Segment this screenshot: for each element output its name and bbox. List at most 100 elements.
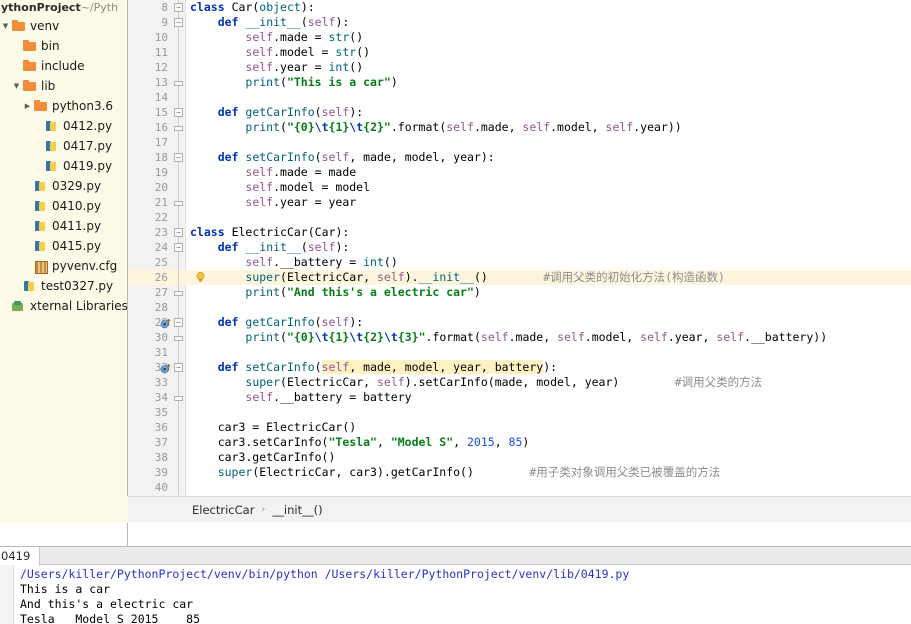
code-line-40[interactable]: 40 (128, 480, 911, 495)
chevron-right-icon[interactable]: ▶ (22, 96, 33, 116)
line-number: 19 (154, 166, 168, 179)
fold-guide (178, 480, 179, 495)
code-line-12[interactable]: 12 self.year = int() (128, 60, 911, 75)
python-file-icon (44, 136, 60, 156)
tree-item-0417-py[interactable]: 0417.py (0, 136, 127, 156)
overriding-method-icon[interactable] (160, 362, 172, 374)
tree-item-python3-6[interactable]: ▶ python3.6 (0, 96, 127, 116)
code-line-16[interactable]: 16 print("{0}\t{1}\t{2}".format(self.mad… (128, 120, 911, 135)
code-line-18[interactable]: 18− def setCarInfo(self, made, model, ye… (128, 150, 911, 165)
code-line-22[interactable]: 22 (128, 210, 911, 225)
code-text: print("{0}\t{1}\t{2}\t{3}".format(self.m… (245, 330, 828, 344)
fold-collapse-icon[interactable]: − (174, 3, 183, 12)
code-line-36[interactable]: 36 car3 = ElectricCar() (128, 420, 911, 435)
fold-end-icon[interactable] (174, 291, 183, 296)
code-line-14[interactable]: 14 (128, 90, 911, 105)
tree-item-0410-py[interactable]: 0410.py (0, 196, 127, 216)
code-line-19[interactable]: 19 self.made = made (128, 165, 911, 180)
fold-collapse-icon[interactable]: − (174, 153, 183, 162)
code-line-31[interactable]: 31 (128, 345, 911, 360)
code-editor[interactable]: 8− class Car(object): 9− def __init__(self… (128, 0, 911, 496)
code-line-38[interactable]: 38 car3.getCarInfo() (128, 450, 911, 465)
fold-collapse-icon[interactable]: − (174, 108, 183, 117)
project-root-name: ythonProject (1, 1, 81, 14)
fold-guide (178, 300, 179, 315)
fold-end-icon[interactable] (174, 201, 183, 206)
code-line-35[interactable]: 35 (128, 405, 911, 420)
code-line-15[interactable]: 15− def getCarInfo(self): (128, 105, 911, 120)
fold-guide (178, 435, 179, 450)
run-tool-window[interactable]: 0419 /Users/killer/PythonProject/venv/bi… (0, 546, 911, 624)
breadcrumb-method[interactable]: __init__() (272, 503, 322, 517)
line-number: 37 (154, 436, 168, 449)
fold-collapse-icon[interactable]: − (174, 243, 183, 252)
chevron-down-icon[interactable]: ▼ (0, 16, 11, 36)
line-number: 36 (154, 421, 168, 434)
fold-end-icon[interactable] (174, 336, 183, 341)
breadcrumb-class[interactable]: ElectricCar (192, 503, 254, 517)
tree-item-pyvenv-cfg[interactable]: pyvenv.cfg (0, 256, 127, 276)
code-line-33[interactable]: 33 super(ElectricCar, self).setCarInfo(m… (128, 375, 911, 390)
tree-item-0329-py[interactable]: 0329.py (0, 176, 127, 196)
project-root-title[interactable]: ythonProject~/Pyth (0, 0, 127, 16)
code-line-10[interactable]: 10 self.made = str() (128, 30, 911, 45)
tree-item-0415-py[interactable]: 0415.py (0, 236, 127, 256)
tree-item-label: test0327.py (41, 279, 114, 293)
code-line-17[interactable]: 17 (128, 135, 911, 150)
code-line-9[interactable]: 9− def __init__(self): (128, 15, 911, 30)
run-tab-bar[interactable]: 0419 (0, 546, 911, 566)
project-tool-window[interactable]: ythonProject~/Pyth ▼ venv bin include ▼ lib ▶ p… (0, 0, 128, 546)
code-line-30[interactable]: 30 print("{0}\t{1}\t{2}\t{3}".format(sel… (128, 330, 911, 345)
code-line-26[interactable]: 26 super(ElectricCar, self).__init__() #… (128, 270, 911, 285)
tree-item-lib[interactable]: ▼ lib (0, 76, 127, 96)
code-line-21[interactable]: 21 self.year = year (128, 195, 911, 210)
code-line-25[interactable]: 25 self.__battery = int() (128, 255, 911, 270)
pycharm-window: ythonProject~/Pyth ▼ venv bin include ▼ lib ▶ p… (0, 0, 911, 624)
tree-item-0419-py[interactable]: 0419.py (0, 156, 127, 176)
code-line-23[interactable]: 23− class ElectricCar(Car): (128, 225, 911, 240)
console-output[interactable]: /Users/killer/PythonProject/venv/bin/pyt… (20, 567, 900, 624)
overriding-method-icon[interactable] (160, 317, 172, 329)
breadcrumb[interactable]: ElectricCar › __init__() (128, 496, 911, 522)
tree-item-0412-py[interactable]: 0412.py (0, 116, 127, 136)
code-text: self.made = str() (245, 30, 364, 44)
fold-end-icon[interactable] (174, 81, 183, 86)
code-line-27[interactable]: 27 print("And this's a electric car") (128, 285, 911, 300)
tree-item-include[interactable]: include (0, 56, 127, 76)
tree-item-test0327-py[interactable]: test0327.py (0, 276, 127, 296)
fold-guide (178, 90, 179, 105)
code-line-29[interactable]: 29− def getCarInfo(self): (128, 315, 911, 330)
code-line-11[interactable]: 11 self.model = str() (128, 45, 911, 60)
code-line-39[interactable]: 39 super(ElectricCar, car3).getCarInfo()… (128, 465, 911, 480)
line-number: 38 (154, 451, 168, 464)
code-text: def setCarInfo(self, made, model, year): (217, 150, 495, 164)
run-tab-0419[interactable]: 0419 (0, 547, 41, 566)
code-line-28[interactable]: 28 (128, 300, 911, 315)
line-number: 8 (161, 1, 168, 14)
line-number: 31 (154, 346, 168, 359)
fold-collapse-icon[interactable]: − (174, 363, 183, 372)
code-line-24[interactable]: 24− def __init__(self): (128, 240, 911, 255)
tree-item-xternal-libraries[interactable]: xternal Libraries (0, 296, 127, 316)
left-panel-filler-top (0, 496, 128, 523)
code-text: class ElectricCar(Car): (190, 225, 350, 239)
code-line-20[interactable]: 20 self.model = model (128, 180, 911, 195)
tree-item-0411-py[interactable]: 0411.py (0, 216, 127, 236)
fold-collapse-icon[interactable]: − (174, 228, 183, 237)
code-line-37[interactable]: 37 car3.setCarInfo("Tesla", "Model S", 2… (128, 435, 911, 450)
fold-collapse-icon[interactable]: − (174, 18, 183, 27)
fold-collapse-icon[interactable]: − (174, 318, 183, 327)
code-line-34[interactable]: 34 self.__battery = battery (128, 390, 911, 405)
tree-item-bin[interactable]: bin (0, 36, 127, 56)
chevron-down-icon[interactable]: ▼ (11, 76, 22, 96)
project-tree[interactable]: ▼ venv bin include ▼ lib ▶ python3.6 0412.py 0417… (0, 16, 127, 316)
python-file-icon (33, 176, 49, 196)
code-line-8[interactable]: 8− class Car(object): (128, 0, 911, 15)
editor-lines[interactable]: 8− class Car(object): 9− def __init__(self… (128, 0, 911, 495)
fold-end-icon[interactable] (174, 396, 183, 401)
code-text: class Car(object): (190, 0, 315, 14)
tree-item-venv[interactable]: ▼ venv (0, 16, 127, 36)
code-line-32[interactable]: 32− def setCarInfo(self, made, model, ye… (128, 360, 911, 375)
code-line-13[interactable]: 13 print("This is a car") (128, 75, 911, 90)
fold-end-icon[interactable] (174, 126, 183, 131)
